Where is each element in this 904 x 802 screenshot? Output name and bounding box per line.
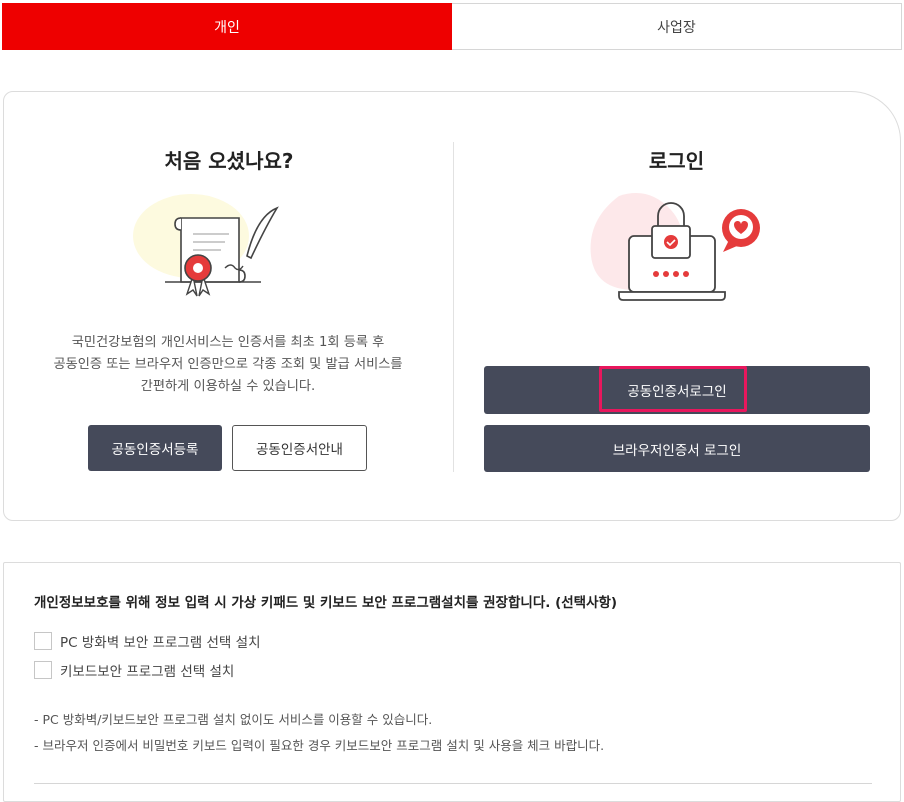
description-line: 국민건강보험의 개인서비스는 인증서를 최초 1회 등록 후 <box>71 335 385 350</box>
tab-business[interactable]: 사업장 <box>452 3 902 50</box>
security-title: 개인정보보호를 위해 정보 입력 시 가상 키패드 및 키보드 보안 프로그램설… <box>34 595 618 611</box>
login-type-tabs: 개인 사업장 <box>2 3 902 50</box>
login-card: 처음 오셨나요? 국민건강보험의 개인서비스는 인증서를 최초 1회 등록 후 … <box>3 91 901 521</box>
certificate-document-icon <box>133 194 279 297</box>
focus-highlight <box>599 366 747 412</box>
tab-personal[interactable]: 개인 <box>2 3 452 50</box>
keyboard-security-option[interactable]: 키보드보안 프로그램 선택 설치 <box>34 660 234 680</box>
firewall-option-label: PC 방화벽 보안 프로그램 선택 설치 <box>60 635 261 651</box>
description-line: 공동인증 또는 브라우저 인증만으로 각종 조회 및 발급 서비스를 <box>53 357 403 372</box>
firewall-checkbox[interactable] <box>34 632 52 650</box>
first-visit-title: 처음 오셨나요? <box>164 149 294 173</box>
register-certificate-button[interactable]: 공동인증서등록 <box>88 425 222 471</box>
certificate-guide-button[interactable]: 공동인증서안내 <box>232 425 367 471</box>
section-divider <box>34 783 872 784</box>
description-line: 간편하게 이용하실 수 있습니다. <box>140 379 316 394</box>
keyboard-security-option-label: 키보드보안 프로그램 선택 설치 <box>60 664 235 680</box>
security-section: 개인정보보호를 위해 정보 입력 시 가상 키패드 및 키보드 보안 프로그램설… <box>3 562 901 802</box>
login-title: 로그인 <box>648 149 705 173</box>
service-description: 국민건강보험의 개인서비스는 인증서를 최초 1회 등록 후 공동인증 또는 브… <box>32 332 424 398</box>
security-note: - PC 방화벽/키보드보안 프로그램 설치 없이도 서비스를 이용할 수 있습… <box>34 712 433 727</box>
security-note: - 브라우저 인증에서 비밀번호 키보드 입력이 필요한 경우 키보드보안 프로… <box>34 738 605 753</box>
panel-divider <box>453 142 454 472</box>
laptop-lock-icon <box>590 193 760 301</box>
keyboard-security-checkbox[interactable] <box>34 661 52 679</box>
browser-certificate-login-button[interactable]: 브라우저인증서 로그인 <box>484 425 870 472</box>
firewall-option[interactable]: PC 방화벽 보안 프로그램 선택 설치 <box>34 631 260 651</box>
